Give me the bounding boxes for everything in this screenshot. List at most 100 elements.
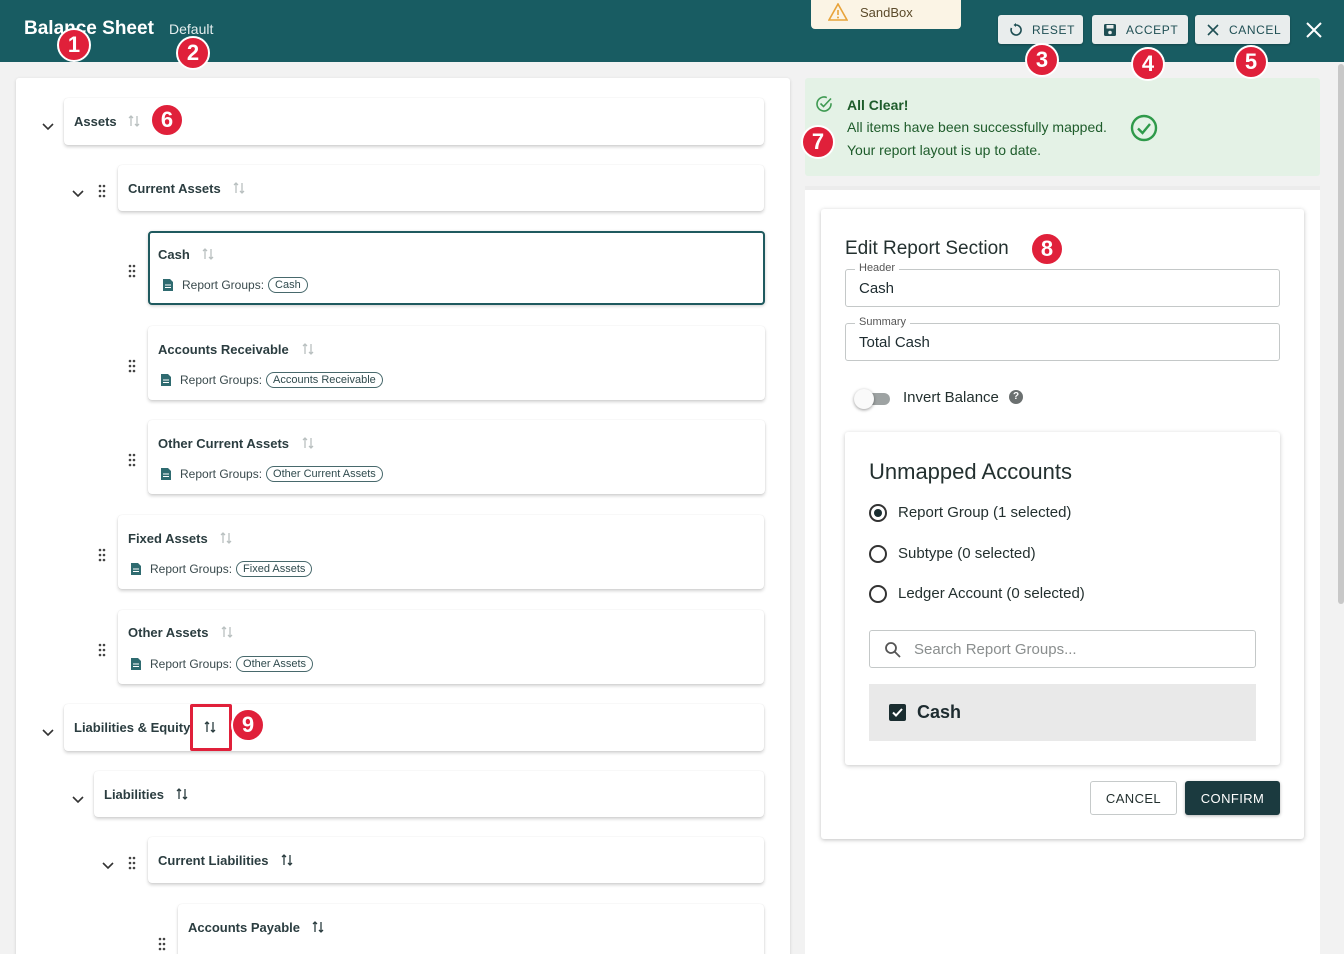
chevron-down-icon[interactable] xyxy=(42,729,54,737)
node-title: Cash xyxy=(158,247,190,262)
search-icon xyxy=(885,642,901,658)
node-title: Liabilities xyxy=(104,787,164,802)
drag-handle-icon[interactable] xyxy=(128,359,136,373)
edit-title: Edit Report Section xyxy=(845,238,1009,259)
tree-node-current-assets[interactable]: Current Assets xyxy=(118,165,764,211)
tree-node-other-current-assets[interactable]: Other Current Assets Report Groups: Othe… xyxy=(148,420,765,494)
sort-icon[interactable] xyxy=(128,114,140,128)
search-input[interactable]: Search Report Groups... xyxy=(869,630,1256,668)
confirm-button[interactable]: CONFIRM xyxy=(1185,781,1280,815)
list-item-cash[interactable]: Cash xyxy=(869,684,1256,741)
edit-cancel-button[interactable]: CANCEL xyxy=(1090,781,1177,815)
sort-icon[interactable] xyxy=(220,531,232,545)
drag-handle-icon[interactable] xyxy=(98,548,106,562)
annotation-marker-7: 7 xyxy=(801,125,835,159)
sort-icon[interactable] xyxy=(176,787,188,801)
tree-node-liabilities-equity[interactable]: Liabilities & Equity xyxy=(64,704,764,751)
tree-node-other-assets[interactable]: Other Assets Report Groups: Other Assets xyxy=(118,610,764,684)
sort-icon[interactable] xyxy=(312,920,324,934)
header-field-value[interactable]: Cash xyxy=(859,280,894,297)
sort-icon[interactable] xyxy=(281,853,293,867)
annotation-marker-2: 2 xyxy=(176,36,210,70)
check-circle-icon xyxy=(816,96,832,112)
sort-icon[interactable] xyxy=(302,436,314,450)
list-item-label: Cash xyxy=(917,702,962,722)
document-icon xyxy=(131,658,141,670)
chevron-down-icon[interactable] xyxy=(72,190,84,198)
summary-field[interactable]: Summary Total Cash xyxy=(845,316,1280,361)
sandbox-badge: SandBox xyxy=(811,0,961,29)
header-field[interactable]: Header Cash xyxy=(845,262,1280,307)
tree-node-fixed-assets[interactable]: Fixed Assets Report Groups: Fixed Assets xyxy=(118,515,764,589)
report-groups: Report Groups: Accounts Receivable xyxy=(160,372,383,388)
unmapped-accounts-card: Unmapped Accounts Report Group (1 select… xyxy=(845,432,1280,765)
scrollbar[interactable] xyxy=(1338,64,1344,604)
sort-icon[interactable] xyxy=(302,342,314,356)
node-title: Other Assets xyxy=(128,625,209,640)
sort-icon[interactable] xyxy=(202,247,214,261)
node-title: Liabilities & Equity xyxy=(74,720,191,735)
report-group-chip: Other Current Assets xyxy=(266,466,383,482)
warning-icon xyxy=(828,3,848,21)
radio-ledger-account[interactable] xyxy=(869,585,887,603)
drag-handle-icon[interactable] xyxy=(128,264,136,278)
report-groups-label: Report Groups: xyxy=(150,562,233,576)
toggle-knob xyxy=(854,389,874,409)
drag-handle-icon[interactable] xyxy=(98,184,106,198)
summary-field-value[interactable]: Total Cash xyxy=(859,334,930,351)
node-title: Current Assets xyxy=(128,181,221,196)
unmapped-title: Unmapped Accounts xyxy=(869,459,1073,484)
close-window-icon[interactable] xyxy=(1303,19,1325,41)
annotation-marker-6: 6 xyxy=(150,103,184,137)
radio-report-group[interactable] xyxy=(869,504,887,522)
cancel-button[interactable]: CANCEL xyxy=(1195,15,1290,44)
highlight-box xyxy=(190,704,232,751)
save-icon xyxy=(1104,23,1116,36)
document-icon xyxy=(131,563,141,575)
report-group-chip: Cash xyxy=(268,277,308,293)
drag-handle-icon[interactable] xyxy=(158,937,166,951)
close-icon xyxy=(1207,23,1219,36)
drag-handle-icon[interactable] xyxy=(98,643,106,657)
sort-icon[interactable] xyxy=(221,625,233,639)
cancel-label: CANCEL xyxy=(1229,22,1282,37)
invert-balance-label: Invert Balance xyxy=(903,389,999,406)
header-field-label: Header xyxy=(855,262,900,274)
tree-node-accounts-receivable[interactable]: Accounts Receivable Report Groups: Accou… xyxy=(148,326,765,400)
checkbox-checked[interactable] xyxy=(889,704,906,721)
report-groups: Report Groups: Other Assets xyxy=(130,656,314,672)
tree-node-cash[interactable]: Cash Report Groups: Cash xyxy=(148,231,765,305)
node-title: Fixed Assets xyxy=(128,531,208,546)
drag-handle-icon[interactable] xyxy=(128,856,136,870)
accept-button[interactable]: ACCEPT xyxy=(1092,15,1188,44)
radio-report-group-label[interactable]: Report Group (1 selected) xyxy=(898,504,1071,521)
reset-icon xyxy=(1010,22,1022,36)
layout-name[interactable]: Default xyxy=(169,21,213,37)
tree-node-accounts-payable[interactable]: Accounts Payable xyxy=(178,904,764,954)
annotation-marker-5: 5 xyxy=(1234,45,1268,79)
node-title: Accounts Payable xyxy=(188,920,300,935)
radio-ledger-account-label[interactable]: Ledger Account (0 selected) xyxy=(898,585,1085,602)
chevron-down-icon[interactable] xyxy=(102,862,114,870)
tree-node-current-liabilities[interactable]: Current Liabilities xyxy=(148,837,764,883)
annotation-marker-1: 1 xyxy=(57,28,91,62)
report-groups-label: Report Groups: xyxy=(180,373,263,387)
sort-icon[interactable] xyxy=(233,181,245,195)
report-groups: Report Groups: Fixed Assets xyxy=(130,561,313,577)
report-groups-label: Report Groups: xyxy=(180,467,263,481)
annotation-marker-3: 3 xyxy=(1025,43,1059,77)
chevron-down-icon[interactable] xyxy=(72,796,84,804)
report-groups: Report Groups: Cash xyxy=(162,277,308,293)
radio-subtype-label[interactable]: Subtype (0 selected) xyxy=(898,545,1036,562)
reset-label: RESET xyxy=(1032,22,1076,37)
document-icon xyxy=(163,279,173,291)
summary-field-label: Summary xyxy=(855,316,911,328)
help-icon[interactable]: ? xyxy=(1009,390,1023,404)
invert-balance-toggle[interactable] xyxy=(854,389,892,409)
tree-node-liabilities[interactable]: Liabilities xyxy=(94,771,764,817)
node-title: Other Current Assets xyxy=(158,436,289,451)
drag-handle-icon[interactable] xyxy=(128,453,136,467)
radio-subtype[interactable] xyxy=(869,545,887,563)
reset-button[interactable]: RESET xyxy=(998,15,1083,44)
chevron-down-icon[interactable] xyxy=(42,123,54,131)
